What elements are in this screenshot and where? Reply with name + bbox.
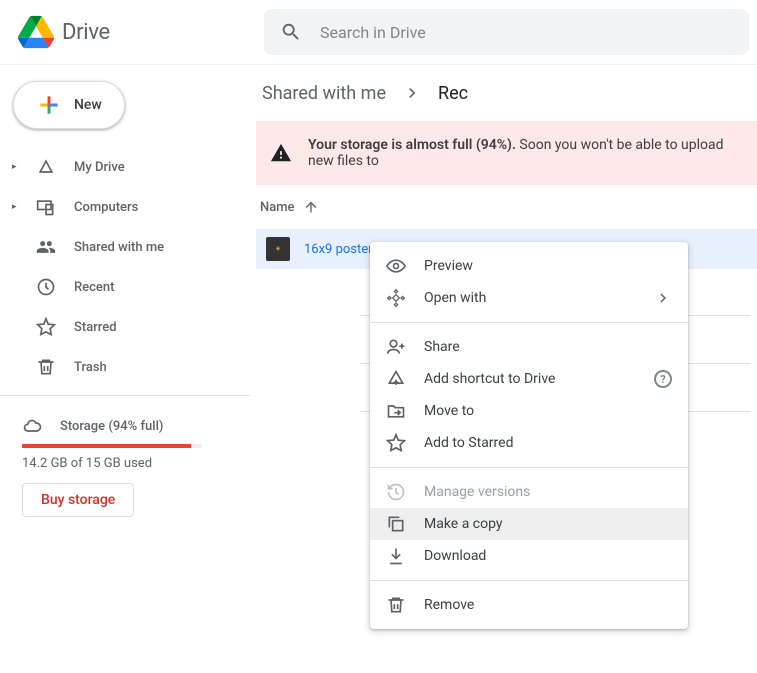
menu-share[interactable]: Share [370,331,688,363]
my-drive-icon [36,157,56,177]
drive-shortcut-icon [386,369,406,389]
menu-remove[interactable]: Remove [370,589,688,621]
menu-divider [370,467,688,468]
plus-icon [36,92,62,118]
star-icon [36,317,56,337]
sidebar-item-label: Recent [74,280,114,295]
sidebar-item-starred[interactable]: Starred [10,307,240,347]
sidebar-item-computers[interactable]: ▸ Computers [10,187,240,227]
warning-text: Your storage is almost full (94%). Soon … [308,137,743,169]
context-menu: Preview Open with Share Add shortcut to … [370,242,688,629]
menu-label: Manage versions [424,484,672,500]
storage-used: 14.2 GB of 15 GB used [22,456,250,471]
menu-manage-versions: Manage versions [370,476,688,508]
menu-label: Make a copy [424,516,672,532]
sort-arrow-up-icon [303,199,319,215]
sidebar-item-shared[interactable]: Shared with me [10,227,240,267]
new-button[interactable]: New [13,81,125,129]
sidebar-item-recent[interactable]: Recent [10,267,240,307]
help-icon[interactable]: ? [654,370,672,388]
menu-label: Preview [424,258,672,274]
app-header: Drive [0,0,757,64]
drive-logo-icon [18,14,54,50]
open-with-icon [386,288,406,308]
menu-make-copy[interactable]: Make a copy [370,508,688,540]
menu-add-starred[interactable]: Add to Starred [370,427,688,459]
breadcrumb-current[interactable]: Rec [432,79,474,108]
column-header-name[interactable]: Name [256,185,757,229]
column-label: Name [260,200,295,215]
menu-download[interactable]: Download [370,540,688,572]
copy-icon [386,514,406,534]
menu-preview[interactable]: Preview [370,250,688,282]
recent-icon [36,277,56,297]
move-to-icon [386,401,406,421]
expand-arrow-icon: ▸ [12,162,18,172]
menu-label: Add shortcut to Drive [424,371,636,387]
download-icon [386,546,406,566]
trash-icon [36,357,56,377]
storage-label: Storage (94% full) [60,419,163,434]
sidebar-item-label: Shared with me [74,240,164,255]
menu-move-to[interactable]: Move to [370,395,688,427]
menu-label: Add to Starred [424,435,672,451]
search-box[interactable] [264,9,749,55]
storage-warning-banner: Your storage is almost full (94%). Soon … [256,121,757,185]
person-add-icon [386,337,406,357]
cloud-icon [22,416,42,436]
chevron-right-icon [654,289,672,307]
menu-add-shortcut[interactable]: Add shortcut to Drive ? [370,363,688,395]
sidebar: New ▸ My Drive ▸ Computers Shared with m… [0,65,250,673]
menu-label: Move to [424,403,672,419]
storage-row[interactable]: Storage (94% full) [10,404,250,444]
breadcrumb: Shared with me Rec [256,65,757,121]
app-name: Drive [62,20,110,45]
sidebar-item-trash[interactable]: Trash [10,347,240,387]
menu-label: Remove [424,597,672,613]
computers-icon [36,197,56,217]
star-icon [386,433,406,453]
expand-arrow-icon: ▸ [12,202,18,212]
menu-label: Open with [424,290,636,306]
warning-icon [270,142,292,164]
sidebar-divider [0,395,250,396]
eye-icon [386,256,406,276]
warning-bold: Your storage is almost full (94%). [308,137,516,153]
chevron-right-icon [402,83,422,103]
menu-label: Download [424,548,672,564]
sidebar-item-label: Computers [74,200,138,215]
menu-label: Share [424,339,672,355]
new-button-label: New [74,97,102,113]
menu-divider [370,322,688,323]
menu-open-with[interactable]: Open with [370,282,688,314]
logo-area[interactable]: Drive [8,14,258,50]
sidebar-item-label: Starred [74,320,117,335]
breadcrumb-parent[interactable]: Shared with me [256,79,392,108]
file-thumbnail: ◈ [266,237,290,261]
search-icon [280,21,302,43]
menu-divider [370,580,688,581]
storage-bar [22,444,202,448]
buy-storage-button[interactable]: Buy storage [22,483,134,517]
search-input[interactable] [318,22,733,43]
sidebar-item-label: My Drive [74,160,125,175]
trash-icon [386,595,406,615]
sidebar-item-label: Trash [74,360,107,375]
sidebar-item-my-drive[interactable]: ▸ My Drive [10,147,240,187]
history-icon [386,482,406,502]
shared-icon [36,237,56,257]
storage-fill [22,444,191,448]
